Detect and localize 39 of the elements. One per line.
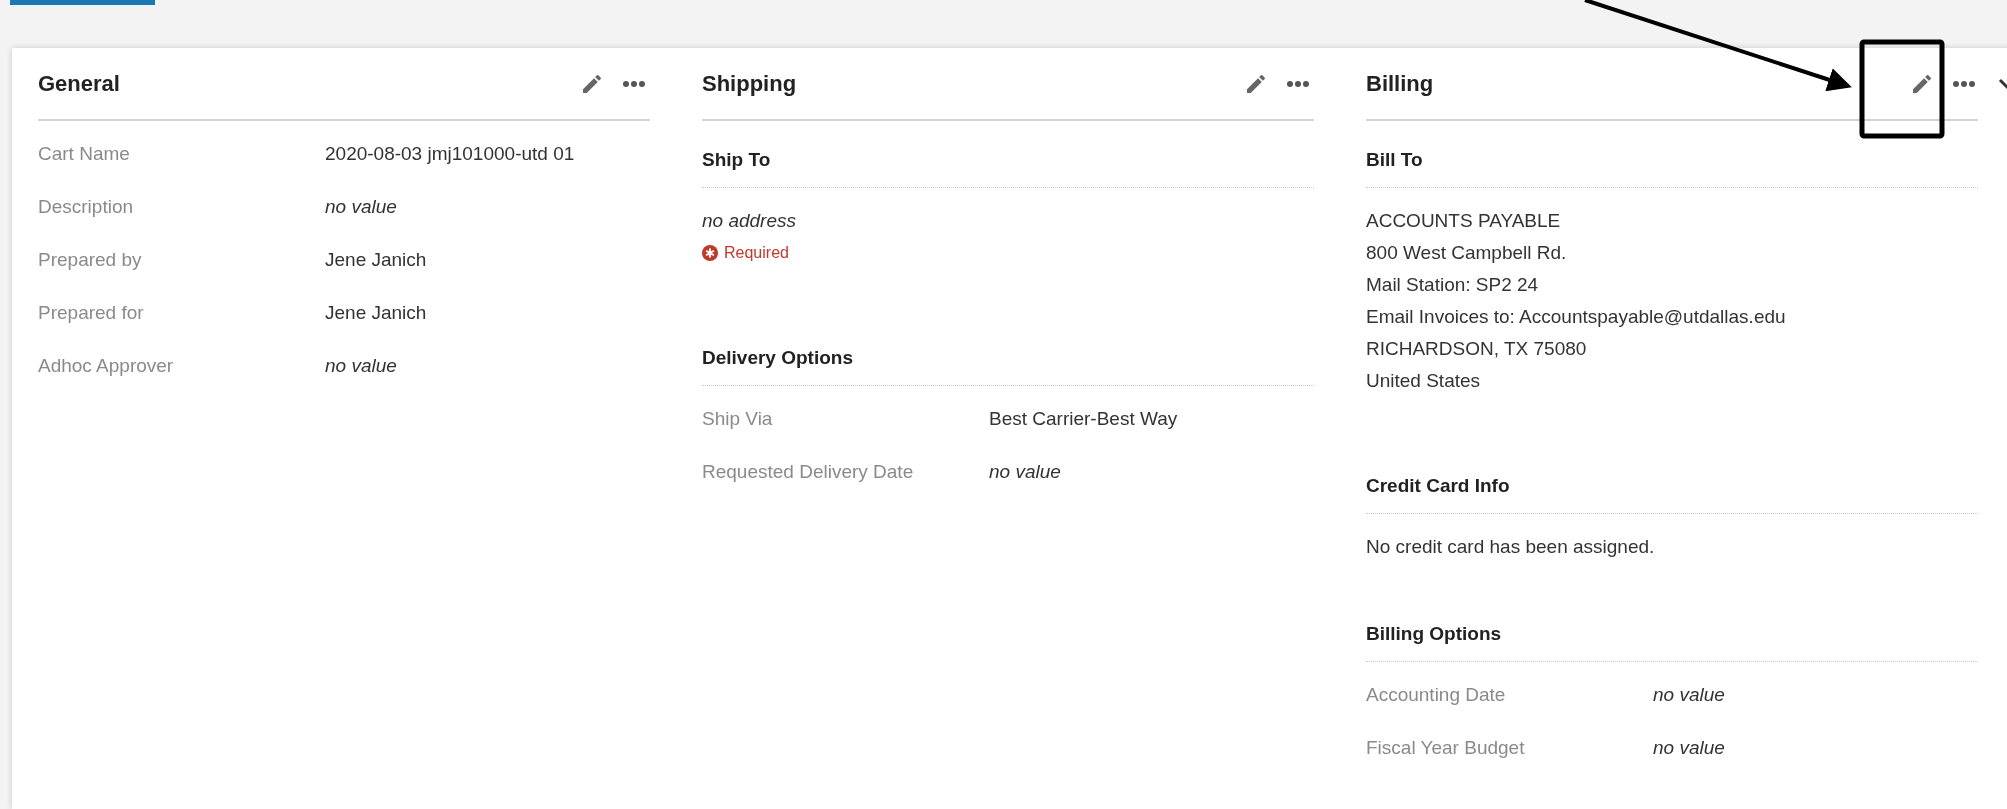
info-text: No credit card has been assigned. [1366, 535, 1655, 559]
address-line: 800 West Campbell Rd. [1366, 241, 1567, 265]
field-value: no value [1653, 736, 1725, 759]
address-line: Email Invoices to: Accountspayable@utdallas.edu [1366, 305, 1786, 329]
field-value: Jene Janich [325, 248, 427, 271]
field-label: Prepared for [38, 301, 144, 324]
section-heading: Bill To [1366, 121, 1978, 188]
field-label: Description [38, 195, 134, 218]
more-icon [622, 79, 646, 88]
field-label: Ship Via [702, 407, 773, 430]
field-value: no value [325, 354, 397, 377]
panel-title: Billing [1366, 70, 1435, 97]
panel-title: General [38, 70, 121, 97]
section-heading: Billing Options [1366, 595, 1978, 662]
field-label: Adhoc Approver [38, 354, 174, 377]
field-label: Cart Name [38, 142, 130, 165]
field-value: Best Carrier-Best Way [989, 407, 1178, 430]
address-line: RICHARDSON, TX 75080 [1366, 337, 1587, 361]
section-heading: Credit Card Info [1366, 447, 1978, 514]
field-label: Requested Delivery Date [702, 460, 914, 483]
address-line: United States [1366, 369, 1481, 393]
address-line: no address [702, 209, 796, 233]
field-label: Prepared by [38, 248, 142, 271]
more-icon [1286, 79, 1310, 88]
address-line: ACCOUNTS PAYABLE [1366, 209, 1561, 233]
section-heading: Ship To [702, 121, 1314, 188]
address-line: Mail Station: SP2 24 [1366, 273, 1539, 297]
panel-title: Shipping [702, 70, 798, 97]
field-value: Jene Janich [325, 301, 427, 324]
required-icon [702, 245, 718, 261]
field-label: Fiscal Year Budget [1366, 736, 1525, 759]
section-heading: Delivery Options [702, 319, 1314, 386]
field-value: 2020-08-03 jmj101000-utd 01 [325, 142, 575, 165]
required-message: Required [724, 244, 789, 262]
more-icon [1952, 79, 1976, 88]
field-value: no value [325, 195, 397, 218]
field-value: no value [989, 460, 1061, 483]
field-label: Accounting Date [1366, 683, 1506, 706]
field-value: no value [1653, 683, 1725, 706]
